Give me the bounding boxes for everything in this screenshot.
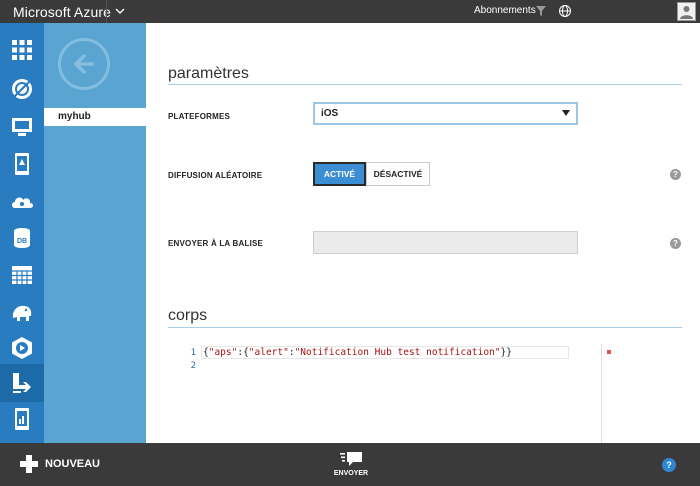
tag-input[interactable] [313, 231, 578, 254]
send-button-label: ENVOYER [333, 470, 369, 477]
code-text-area[interactable]: {"aps":{"alert":"Notification Hub test n… [201, 344, 682, 443]
back-button[interactable] [58, 38, 110, 90]
help-icon[interactable]: ? [662, 458, 676, 472]
help-icon[interactable]: ? [670, 238, 681, 249]
service-bus-icon [13, 373, 31, 393]
new-button-label: NOUVEAU [45, 458, 101, 470]
main-content: paramètres PLATEFORMES iOS DIFFUSION ALÉ… [146, 23, 700, 443]
notification-hubs-icon [15, 408, 29, 430]
rail-item-cloud-services[interactable] [0, 182, 44, 220]
send-message-icon [340, 452, 362, 466]
user-icon [680, 6, 693, 19]
rail-item-all-items[interactable] [0, 31, 44, 69]
settings-section-title: paramètres [168, 65, 249, 82]
websites-icon [12, 79, 32, 99]
svg-text:DB: DB [17, 238, 27, 245]
line-number: 2 [190, 361, 196, 371]
broadcast-toggle: ACTIVÉ DÉSACTIVÉ [313, 162, 430, 186]
new-button[interactable]: NOUVEAU [20, 455, 100, 473]
sql-databases-icon: DB [14, 228, 30, 248]
hdinsight-icon [12, 305, 32, 321]
cloud-services-icon [12, 197, 33, 208]
toggle-off-button[interactable]: DÉSACTIVÉ [366, 162, 430, 186]
rail-item-storage[interactable] [0, 256, 44, 294]
command-bar: NOUVEAU ENVOYER ? [0, 443, 700, 486]
top-bar: Microsoft Azure Abonnements [0, 0, 700, 23]
arrow-left-icon [73, 53, 94, 75]
divider [168, 84, 682, 85]
code-token: "Notification Hub test notification" [294, 347, 501, 358]
line-number: 1 [190, 348, 196, 358]
rail-item-sql-databases[interactable]: DB [0, 219, 44, 257]
subscriptions-link[interactable]: Abonnements [474, 5, 536, 16]
scrollbar-track[interactable] [601, 344, 602, 443]
platform-select[interactable]: iOS [313, 102, 578, 125]
mobile-services-icon [15, 153, 29, 175]
media-services-icon [12, 337, 32, 359]
chevron-down-icon[interactable] [113, 4, 127, 18]
code-token: :{ [237, 347, 249, 358]
rail-item-hdinsight[interactable] [0, 293, 44, 331]
code-token: "aps" [208, 347, 238, 358]
rail-item-virtual-machines[interactable] [0, 108, 44, 146]
avatar[interactable] [677, 2, 696, 21]
code-token: }} [500, 347, 512, 358]
rail-item-websites[interactable] [0, 70, 44, 108]
toggle-on-button[interactable]: ACTIVÉ [313, 162, 366, 186]
broadcast-label: DIFFUSION ALÉATOIRE [168, 171, 263, 180]
brand-title[interactable]: Microsoft Azure [13, 4, 111, 20]
code-line-1: {"aps":{"alert":"Notification Hub test n… [203, 347, 512, 358]
plus-icon [20, 455, 38, 473]
code-editor[interactable]: 1 2 {"aps":{"alert":"Notification Hub te… [168, 344, 682, 443]
service-rail: DB [0, 23, 44, 443]
platform-select-value: iOS [321, 108, 339, 119]
filter-icon[interactable] [535, 5, 547, 17]
globe-icon[interactable] [558, 4, 572, 18]
body-section-title: corps [168, 307, 208, 324]
platforms-label: PLATEFORMES [168, 112, 231, 121]
rail-item-notification-hubs[interactable] [0, 400, 44, 438]
code-token: "alert" [248, 347, 289, 358]
error-marker-icon [607, 350, 611, 354]
all-items-icon [12, 40, 32, 60]
rail-item-service-bus[interactable] [0, 364, 44, 402]
nav-item-myhub[interactable]: myhub [44, 108, 146, 126]
dropdown-arrow-icon [562, 110, 570, 116]
send-button[interactable]: ENVOYER [330, 451, 372, 477]
rail-item-mobile-services[interactable] [0, 145, 44, 183]
hub-nav: myhub [44, 23, 146, 443]
help-icon[interactable]: ? [670, 169, 681, 180]
divider [168, 327, 682, 328]
rail-item-media-services[interactable] [0, 329, 44, 367]
virtual-machines-icon [12, 118, 32, 136]
send-to-tag-label: ENVOYER À LA BALISE [168, 239, 264, 248]
storage-icon [12, 266, 32, 284]
divider [106, 0, 107, 23]
line-number-gutter: 1 2 [168, 344, 198, 443]
